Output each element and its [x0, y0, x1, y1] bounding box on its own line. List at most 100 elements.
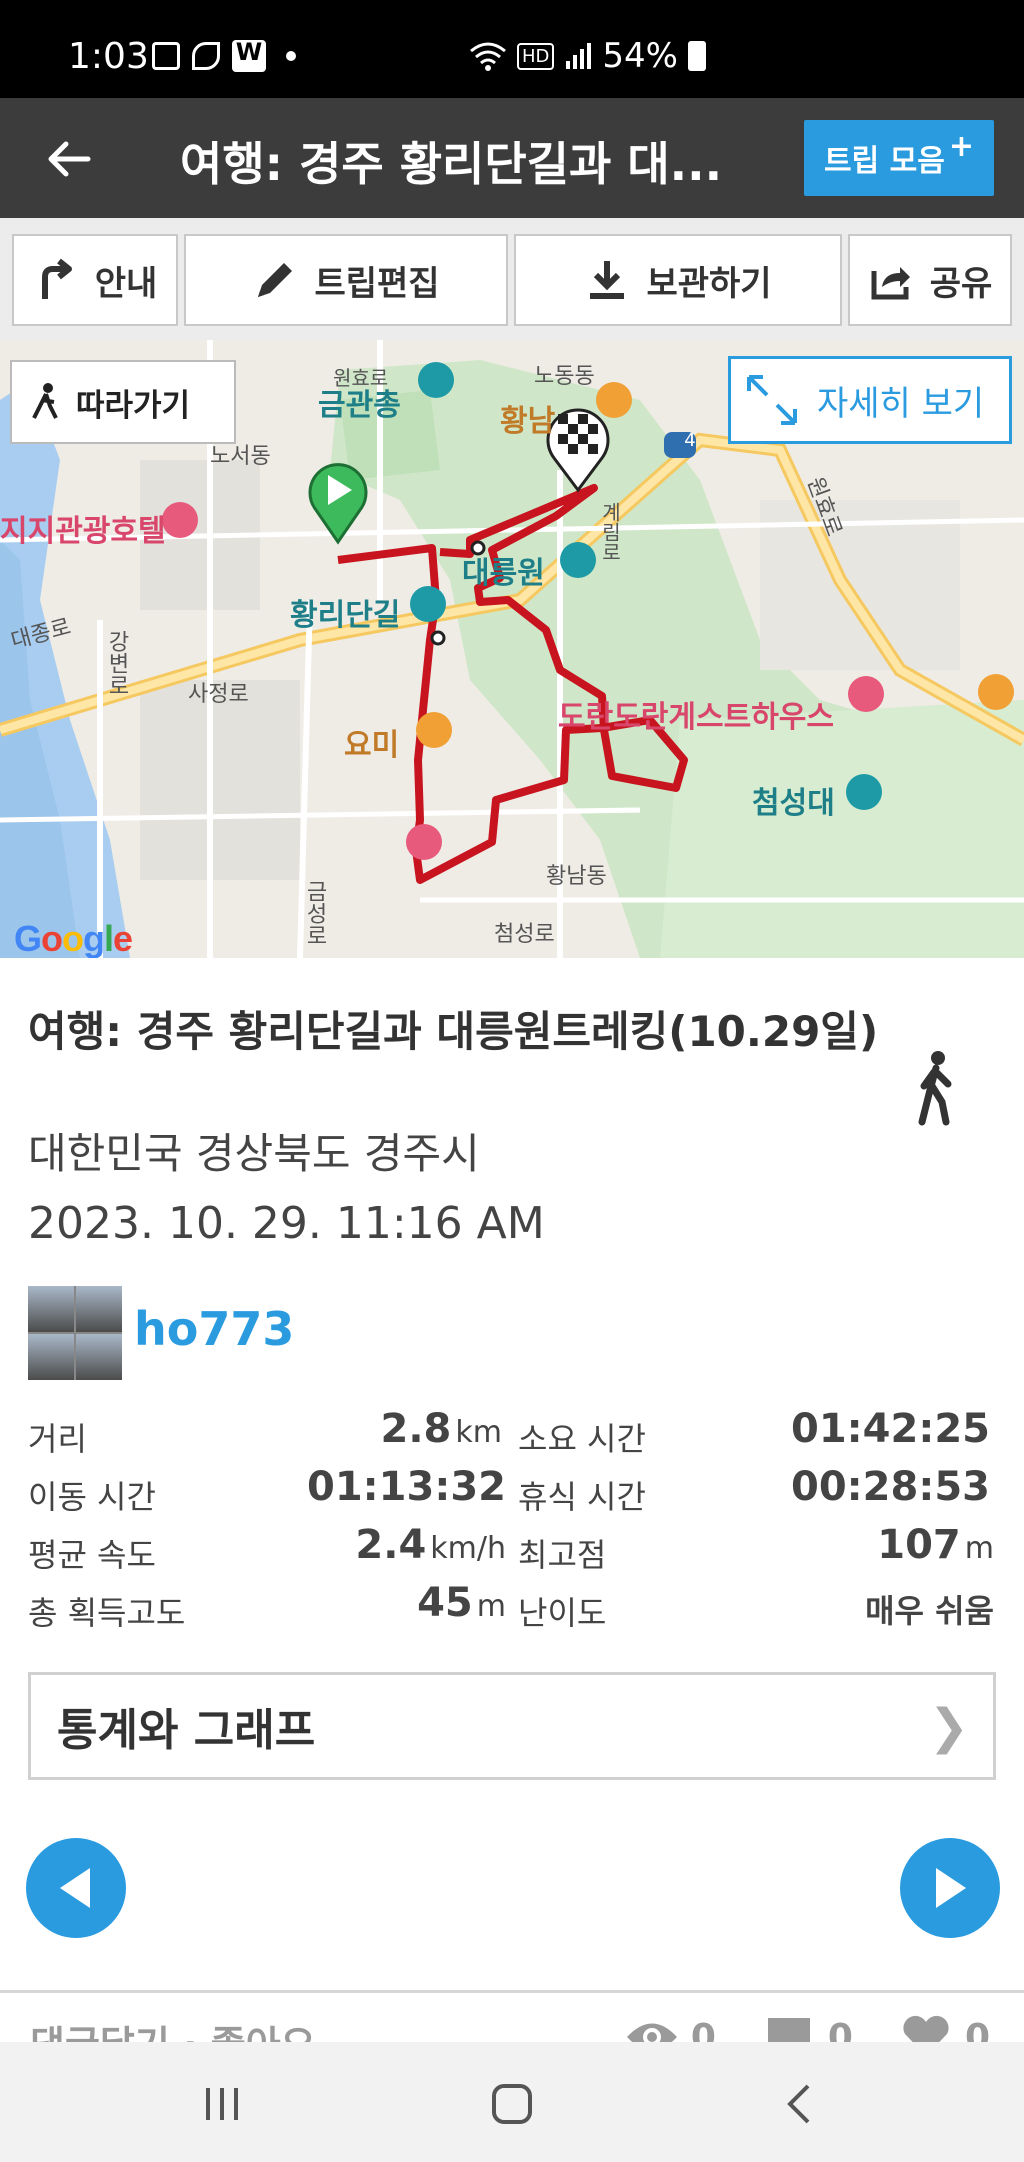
distance-value: 2.8 km: [381, 1406, 502, 1452]
distance-label: 거리: [28, 1420, 87, 1458]
chevron-right-icon: ❯: [928, 1699, 969, 1755]
triangle-left-icon: [60, 1868, 90, 1908]
previous-trip-button[interactable]: [26, 1838, 126, 1938]
distance-number: 2.8: [380, 1406, 452, 1452]
map-label-daereungwon: 대릉원: [462, 556, 545, 591]
guide-label: 안내: [94, 263, 158, 304]
avg-speed-label: 평균 속도: [28, 1536, 156, 1574]
trip-title: 여행: 경주 황리단길과 대릉원트레킹(10.29일): [28, 1007, 879, 1056]
back-arrow-icon[interactable]: [44, 134, 94, 184]
moving-time-label: 이동 시간: [28, 1478, 156, 1516]
wifi-icon: [470, 42, 506, 71]
stats-row: 거리 2.8 km 소요 시간 01:42:25: [0, 1406, 1024, 1464]
map-label-saseong: 사정로: [188, 682, 249, 707]
status-bar: 1:03 W HD 54%: [0, 0, 1024, 98]
max-altitude-label: 최고점: [518, 1536, 607, 1574]
edit-trip-button[interactable]: 트립편집: [184, 234, 508, 326]
plus-icon: +: [948, 128, 974, 164]
rest-time-value: 00:28:53: [791, 1464, 990, 1510]
google-logo: Google: [14, 918, 133, 958]
w-app-icon: W: [232, 40, 266, 72]
feather-icon: [192, 42, 220, 70]
hd-icon: HD: [517, 42, 555, 70]
max-altitude-value: 107 m: [877, 1522, 994, 1568]
app-bar: 여행: 경주 황리단길과 대... 트립 모음 +: [0, 98, 1024, 218]
battery-icon: [688, 41, 706, 71]
triangle-right-icon: [936, 1868, 966, 1908]
elevation-gain-label: 총 획득고도: [28, 1594, 186, 1632]
map-label-hwangridangil: 황리단길: [290, 598, 401, 633]
duration-label: 소요 시간: [518, 1420, 646, 1458]
map-label-hotel: 지지관광호텔: [0, 514, 166, 549]
max-altitude-number: 107: [877, 1522, 961, 1568]
page-title: 여행: 경주 황리단길과 대...: [180, 137, 723, 191]
map-label-noseo: 노서동: [210, 444, 271, 469]
map-label-gangbyeon: 강변로: [104, 630, 129, 696]
route-map[interactable]: 따라가기 자세히 보기 금관총 노동동 황남 노서동 원효로 지지관광호텔 대릉…: [0, 340, 1024, 958]
trip-location: 대한민국 경상북도 경주시: [28, 1129, 480, 1178]
back-icon[interactable]: [778, 2082, 822, 2126]
follow-label: 따라가기: [76, 387, 191, 424]
trip-collection-button[interactable]: 트립 모음 +: [804, 120, 994, 196]
hiker-icon: [32, 383, 58, 419]
follow-button[interactable]: 따라가기: [10, 360, 236, 444]
max-altitude-unit: m: [964, 1531, 994, 1566]
turn-arrow-icon: [41, 258, 72, 299]
username-link[interactable]: ho773: [134, 1302, 294, 1356]
elevation-gain-unit: m: [476, 1589, 506, 1624]
detail-view-label: 자세히 보기: [817, 383, 985, 424]
save-label: 보관하기: [646, 263, 772, 304]
stats-row: 이동 시간 01:13:32 휴식 시간 00:28:53: [0, 1464, 1024, 1522]
stats-row: 총 획득고도 45 m 난이도 매우 쉬움: [0, 1580, 1024, 1638]
trip-datetime: 2023. 10. 29. 11:16 AM: [28, 1198, 545, 1249]
map-label-geumseong: 금성로: [302, 880, 327, 946]
status-time: 1:03: [68, 36, 149, 77]
save-button[interactable]: 보관하기: [514, 234, 842, 326]
recent-apps-icon[interactable]: [200, 2082, 244, 2126]
share-button[interactable]: 공유: [848, 234, 1012, 326]
map-label-yomi: 요미: [344, 728, 400, 763]
duration-value: 01:42:25: [791, 1406, 990, 1452]
moving-time-value: 01:13:32: [307, 1464, 506, 1510]
avg-speed-number: 2.4: [355, 1522, 427, 1568]
guide-button[interactable]: 안내: [12, 234, 178, 326]
stats-graph-label: 통계와 그래프: [57, 1705, 316, 1756]
map-label-wonhyo-top: 원효로: [333, 366, 389, 390]
map-label-gyerim: 계림로: [598, 502, 622, 562]
map-label-nodong: 노동동: [534, 364, 595, 389]
home-icon[interactable]: [490, 2082, 534, 2126]
map-label-cheomseong-ro: 첨성로: [494, 922, 555, 947]
download-icon: [590, 261, 625, 299]
map-label-cheomseongdae: 첨성대: [752, 786, 835, 821]
pencil-icon: [258, 263, 293, 297]
detail-view-button[interactable]: 자세히 보기: [728, 356, 1012, 444]
elevation-gain-number: 45: [417, 1580, 473, 1626]
avg-speed-unit: km/h: [430, 1531, 506, 1566]
walking-icon: [918, 1051, 952, 1126]
battery-text: 54%: [602, 36, 678, 76]
map-label-hwangnam-shop: 황남: [500, 404, 556, 439]
more-dot-icon: [286, 51, 296, 61]
map-label-hwangnam-dong: 황남동: [546, 864, 607, 889]
status-right: HD 54%: [469, 36, 706, 76]
map-road-number: 4: [684, 430, 696, 451]
difficulty-value: 매우 쉬움: [865, 1592, 994, 1630]
rest-time-label: 휴식 시간: [518, 1478, 646, 1516]
share-label: 공유: [929, 263, 993, 304]
elevation-gain-value: 45 m: [417, 1580, 506, 1626]
stats-graph-button[interactable]: 통계와 그래프 ❯: [28, 1672, 996, 1780]
expand-icon: [747, 375, 797, 425]
avg-speed-value: 2.4 km/h: [355, 1522, 506, 1568]
system-navigation-bar: [0, 2042, 1024, 2162]
trip-collection-label: 트립 모음: [824, 144, 945, 179]
edit-trip-label: 트립편집: [314, 263, 440, 304]
divider: [0, 1990, 1024, 1993]
map-label-doran: 도란도란게스트하우스: [558, 700, 834, 735]
avatar[interactable]: [28, 1286, 122, 1380]
difficulty-label: 난이도: [518, 1594, 607, 1632]
action-toolbar: 안내 트립편집 보관하기 공유: [0, 218, 1024, 340]
signal-icon: [566, 43, 592, 69]
stats-row: 평균 속도 2.4 km/h 최고점 107 m: [0, 1522, 1024, 1580]
gallery-icon: [152, 42, 180, 70]
next-trip-button[interactable]: [900, 1838, 1000, 1938]
